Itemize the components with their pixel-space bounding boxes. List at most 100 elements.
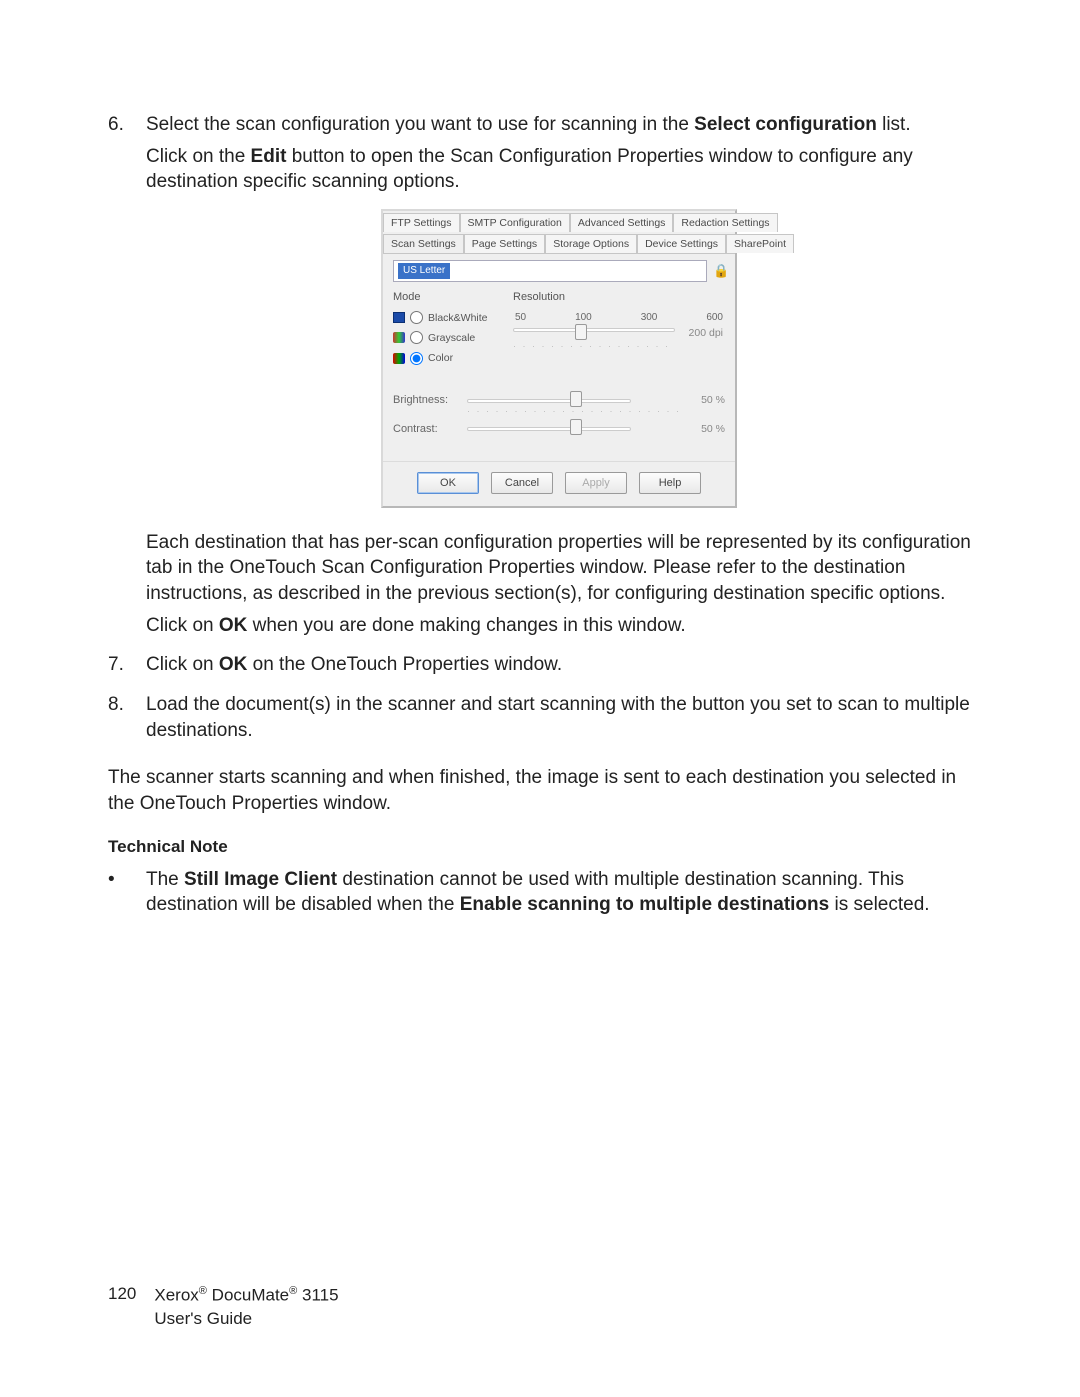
step-number: 6. xyxy=(108,112,146,644)
brightness-contrast-group: Brightness: · · · · · · · · · · · · · · … xyxy=(393,393,725,437)
text: Xerox xyxy=(154,1286,198,1305)
text: Click on xyxy=(146,615,219,636)
lock-icon[interactable]: 🔒 xyxy=(713,264,725,278)
mode-blackwhite[interactable]: Black&White xyxy=(393,311,503,325)
bold-text: OK xyxy=(219,654,248,675)
resolution-ticks: 50 100 300 600 xyxy=(513,311,725,325)
resolution-label: Resolution xyxy=(513,290,725,305)
bold-text: Enable scanning to multiple destinations xyxy=(460,894,830,915)
tick-300: 300 xyxy=(641,311,658,325)
mode-resolution-row: Mode Black&White Gr xyxy=(393,290,725,371)
tab-storage-options[interactable]: Storage Options xyxy=(545,234,637,253)
resolution-slider[interactable]: · · · · · · · · · · · · · · · · · · · 20… xyxy=(513,328,675,332)
mode-gs-label: Grayscale xyxy=(428,331,475,345)
bold-text: Edit xyxy=(251,146,287,167)
tick-100: 100 xyxy=(575,311,592,325)
step-number: 8. xyxy=(108,692,146,749)
step-8: 8. Load the document(s) in the scanner a… xyxy=(108,692,972,749)
mode-label: Mode xyxy=(393,290,503,305)
slider-track xyxy=(467,399,631,403)
mode-bw-radio[interactable] xyxy=(410,311,423,324)
contrast-row: Contrast: 50 % xyxy=(393,422,725,437)
step-7: 7. Click on OK on the OneTouch Propertie… xyxy=(108,652,972,684)
slider-track xyxy=(467,427,631,431)
contrast-slider[interactable] xyxy=(467,423,681,435)
ok-button[interactable]: OK xyxy=(417,472,479,494)
mode-group: Mode Black&White Gr xyxy=(393,290,503,371)
text: Click on xyxy=(146,654,219,675)
reg-mark: ® xyxy=(199,1285,207,1297)
tab-device-settings[interactable]: Device Settings xyxy=(637,234,726,253)
bold-text: OK xyxy=(219,615,248,636)
tick-600: 600 xyxy=(706,311,723,325)
slider-dots: · · · · · · · · · · · · · · · · · · · xyxy=(513,340,675,352)
apply-button[interactable]: Apply xyxy=(565,472,627,494)
brightness-value: 50 % xyxy=(681,393,725,407)
text: Select the scan configuration you want t… xyxy=(146,114,694,135)
text: on the OneTouch Properties window. xyxy=(247,654,562,675)
step-list: 6. Select the scan configuration you wan… xyxy=(108,112,972,749)
contrast-value: 50 % xyxy=(681,422,725,436)
footer-text: Xerox® DocuMate® 3115 User's Guide xyxy=(154,1284,338,1331)
tab-smtp-configuration[interactable]: SMTP Configuration xyxy=(460,213,570,232)
text: DocuMate xyxy=(207,1286,289,1305)
text: Click on the xyxy=(146,146,251,167)
text: The xyxy=(146,869,184,890)
tab-page-settings[interactable]: Page Settings xyxy=(464,234,545,253)
gs-icon xyxy=(393,332,405,343)
technical-note-item: The Still Image Client destination canno… xyxy=(108,867,972,918)
dialog-button-row: OK Cancel Apply Help xyxy=(383,461,735,506)
step-6-line-2: Click on the Edit button to open the Sca… xyxy=(146,144,972,195)
page-number: 120 xyxy=(108,1284,136,1304)
config-name-row: US Letter 🔒 xyxy=(393,260,725,282)
mode-grayscale[interactable]: Grayscale xyxy=(393,331,503,345)
mode-bw-label: Black&White xyxy=(428,311,488,325)
tick-50: 50 xyxy=(515,311,526,325)
footer-line-1: Xerox® DocuMate® 3115 xyxy=(154,1284,338,1308)
tab-ftp-settings[interactable]: FTP Settings xyxy=(383,213,460,232)
config-name-value: US Letter xyxy=(398,263,450,279)
tab-sharepoint[interactable]: SharePoint xyxy=(726,234,794,253)
config-name-input[interactable]: US Letter xyxy=(393,260,707,282)
text: 3115 xyxy=(297,1286,338,1305)
tab-advanced-settings[interactable]: Advanced Settings xyxy=(570,213,674,232)
scan-settings-panel: US Letter 🔒 Mode Bl xyxy=(383,254,735,461)
bold-text: Still Image Client xyxy=(184,869,337,890)
technical-note-list: The Still Image Client destination canno… xyxy=(108,867,972,918)
scan-config-dialog: FTP Settings SMTP Configuration Advanced… xyxy=(381,209,737,508)
slider-thumb[interactable] xyxy=(575,324,587,340)
brightness-label: Brightness: xyxy=(393,393,467,408)
step-7-line: Click on OK on the OneTouch Properties w… xyxy=(146,652,972,678)
tab-row-2: Scan Settings Page Settings Storage Opti… xyxy=(383,232,735,254)
footer-line-2: User's Guide xyxy=(154,1308,338,1331)
text: list. xyxy=(877,114,911,135)
cancel-button[interactable]: Cancel xyxy=(491,472,553,494)
tab-scan-settings[interactable]: Scan Settings xyxy=(383,234,464,253)
slider-track xyxy=(513,328,675,332)
cl-icon xyxy=(393,353,405,364)
brightness-slider[interactable]: · · · · · · · · · · · · · · · · · · · · … xyxy=(467,395,681,407)
resolution-value: 200 dpi xyxy=(679,326,723,340)
text: is selected. xyxy=(829,894,929,915)
dialog-screenshot: FTP Settings SMTP Configuration Advanced… xyxy=(146,209,972,508)
step-6-line-1: Select the scan configuration you want t… xyxy=(146,112,972,138)
tab-redaction-settings[interactable]: Redaction Settings xyxy=(673,213,777,232)
mode-gs-radio[interactable] xyxy=(410,331,423,344)
closing-paragraph: The scanner starts scanning and when fin… xyxy=(108,765,972,816)
mode-cl-radio[interactable] xyxy=(410,352,423,365)
slider-thumb[interactable] xyxy=(570,419,582,435)
slider-thumb[interactable] xyxy=(570,391,582,407)
mode-cl-label: Color xyxy=(428,351,453,365)
bold-text: Select configuration xyxy=(694,114,877,135)
step-6: 6. Select the scan configuration you wan… xyxy=(108,112,972,644)
help-button[interactable]: Help xyxy=(639,472,701,494)
bw-icon xyxy=(393,312,405,323)
step-6-after-p2: Click on OK when you are done making cha… xyxy=(146,613,972,639)
text: when you are done making changes in this… xyxy=(247,615,685,636)
mode-color[interactable]: Color xyxy=(393,351,503,365)
step-6-after-p1: Each destination that has per-scan confi… xyxy=(146,530,972,607)
step-8-line: Load the document(s) in the scanner and … xyxy=(146,692,972,743)
brightness-row: Brightness: · · · · · · · · · · · · · · … xyxy=(393,393,725,408)
resolution-group: Resolution 50 100 300 600 xyxy=(513,290,725,371)
tab-row-1: FTP Settings SMTP Configuration Advanced… xyxy=(383,211,735,232)
